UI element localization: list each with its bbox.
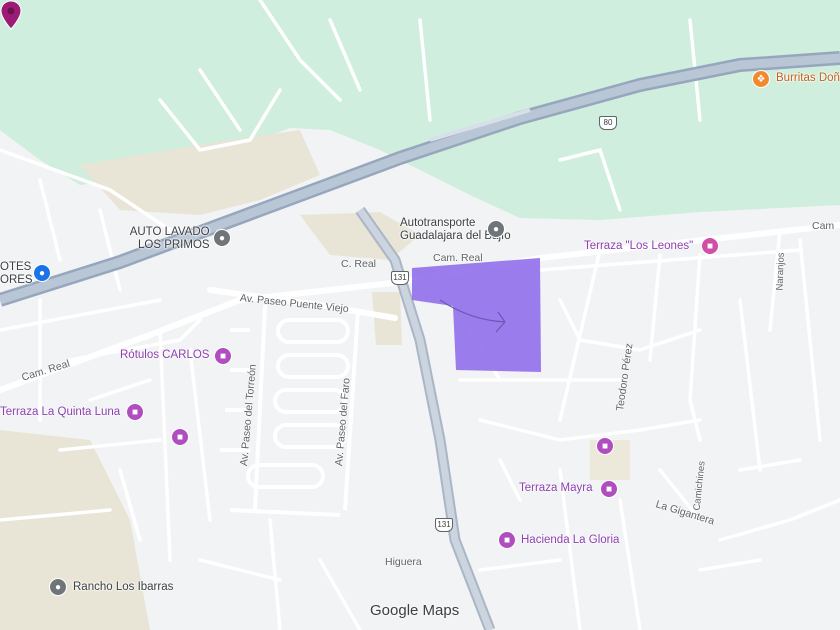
poi-burritas[interactable]: Burritas Doñ <box>776 72 840 84</box>
road-label-cam-real-top: Cam. Real <box>433 252 483 264</box>
poi-hacienda-gloria[interactable]: Hacienda La Gloria <box>521 534 619 546</box>
event-venue-icon[interactable]: ■ <box>126 403 144 421</box>
google-maps-logo: Google Maps <box>370 602 460 619</box>
event-venue-icon[interactable]: ■ <box>596 437 614 455</box>
pin-icon[interactable]: ● <box>487 220 505 238</box>
poi-rancho-ibarras[interactable]: Rancho Los Ibarras <box>73 581 173 593</box>
poi-otes-line2: ORES <box>0 274 33 286</box>
map-view[interactable]: 80 131 131 ❖ Burritas Doñ AUTO LAVADO LO… <box>0 0 840 630</box>
highway-shield-80: 80 <box>599 116 617 130</box>
road-label-cam-edge: Cam <box>812 220 835 232</box>
map-canvas[interactable] <box>0 0 840 630</box>
poi-autolavado-line2: LOS PRIMOS <box>138 239 210 251</box>
store-icon[interactable]: ■ <box>214 347 232 365</box>
poi-terraza-leones[interactable]: Terraza "Los Leones" <box>584 240 693 252</box>
poi-terraza-mayra[interactable]: Terraza Mayra <box>519 482 593 494</box>
event-venue-icon[interactable]: ■ <box>171 428 189 446</box>
poi-terraza-quinta-luna[interactable]: Terraza La Quinta Luna <box>0 406 120 418</box>
poi-autolavado-line1: AUTO LAVADO <box>129 226 210 238</box>
highway-shield-131: 131 <box>435 518 453 532</box>
road-label-naranjos: Naranjos <box>774 252 787 291</box>
fork-knife-icon[interactable]: ❖ <box>752 70 770 88</box>
car-wash-icon[interactable]: ● <box>213 229 231 247</box>
road-label-c-real: C. Real <box>341 258 377 270</box>
poi-autolavado[interactable]: AUTO LAVADO LOS PRIMOS <box>128 226 210 252</box>
cart-icon[interactable]: ● <box>33 264 51 282</box>
event-venue-icon[interactable]: ■ <box>701 237 719 255</box>
location-marker-icon[interactable] <box>0 0 22 30</box>
highway-shield-131: 131 <box>391 271 409 285</box>
poi-otes[interactable]: OTES ORES <box>0 261 33 287</box>
pin-icon[interactable]: ● <box>49 578 67 596</box>
poi-otes-line1: OTES <box>0 261 32 273</box>
event-venue-icon[interactable]: ■ <box>498 531 516 549</box>
poi-rotulos[interactable]: Rótulos CARLOS <box>120 349 209 361</box>
road-label-higuera: Higuera <box>385 556 422 568</box>
event-venue-icon[interactable]: ■ <box>600 480 618 498</box>
